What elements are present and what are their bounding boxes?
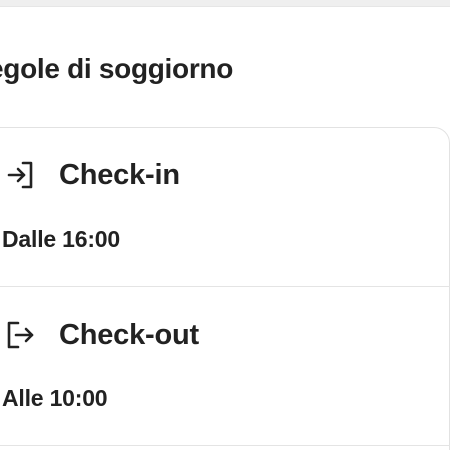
rule-check-in-header: Check-in	[0, 158, 180, 192]
rule-check-out-value: Alle 10:00	[2, 385, 108, 411]
rule-divider	[0, 286, 450, 287]
check-in-icon	[3, 158, 37, 192]
rule-check-out-header: Check-out	[0, 318, 199, 352]
house-rules-page: egole di soggiorno Check-in Dalle 16:00	[0, 0, 450, 450]
section-title: egole di soggiorno	[0, 53, 234, 84]
top-divider	[0, 0, 450, 7]
rule-check-in-value: Dalle 16:00	[2, 226, 120, 252]
rule-check-in-title: Check-in	[59, 158, 180, 191]
check-out-icon	[3, 318, 37, 352]
rule-divider	[0, 445, 450, 446]
rule-check-out-title: Check-out	[59, 318, 199, 351]
